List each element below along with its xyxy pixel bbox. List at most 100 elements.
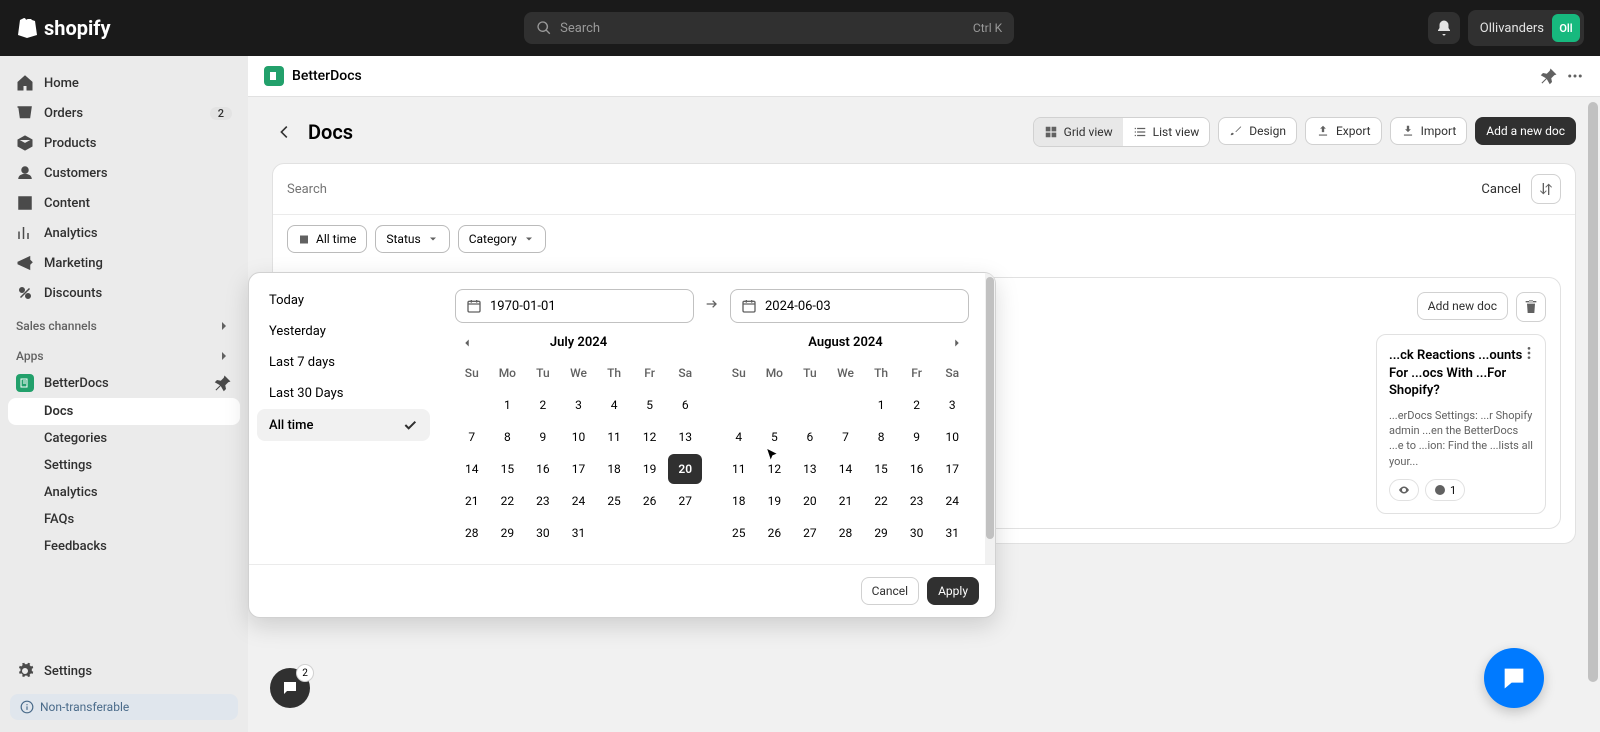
calendar-day[interactable]: 25	[597, 486, 631, 516]
calendar-day[interactable]: 14	[455, 454, 489, 484]
calendar-day[interactable]: 24	[935, 486, 969, 516]
calendar-day[interactable]: 10	[562, 422, 596, 452]
sidebar-item-orders[interactable]: Orders2	[8, 98, 240, 128]
calendar-day[interactable]: 15	[491, 454, 525, 484]
calendar-day[interactable]: 23	[900, 486, 934, 516]
calendar-day[interactable]: 21	[829, 486, 863, 516]
import-button[interactable]: Import	[1390, 117, 1468, 145]
next-month-button[interactable]	[945, 331, 969, 355]
calendar-day[interactable]: 28	[455, 518, 489, 548]
sidebar-app-betterdocs[interactable]: BetterDocs	[8, 368, 240, 398]
date-from-input[interactable]: 1970-01-01	[455, 289, 694, 323]
calendar-day[interactable]: 3	[562, 390, 596, 420]
calendar-day[interactable]: 1	[864, 390, 898, 420]
calendar-day[interactable]: 8	[864, 422, 898, 452]
export-button[interactable]: Export	[1305, 117, 1382, 145]
calendar-day[interactable]: 23	[526, 486, 560, 516]
sort-button[interactable]	[1531, 174, 1561, 204]
sidebar-sub-feedbacks[interactable]: Feedbacks	[8, 533, 240, 560]
calendar-day[interactable]: 16	[900, 454, 934, 484]
calendar-day[interactable]: 19	[758, 486, 792, 516]
calendar-day[interactable]: 4	[597, 390, 631, 420]
calendar-day[interactable]: 29	[864, 518, 898, 548]
sidebar-sub-docs[interactable]: Docs	[8, 398, 240, 425]
calendar-day[interactable]: 27	[668, 486, 702, 516]
calendar-day[interactable]: 5	[633, 390, 667, 420]
calendar-day[interactable]: 22	[491, 486, 525, 516]
picker-scrollbar[interactable]	[985, 273, 995, 564]
chat-fab[interactable]	[1484, 648, 1544, 708]
sidebar-item-analytics[interactable]: Analytics	[8, 218, 240, 248]
pin-icon[interactable]	[214, 374, 232, 392]
preset-last-30-days[interactable]: Last 30 Days	[257, 378, 430, 409]
calendar-day[interactable]: 15	[864, 454, 898, 484]
calendar-day[interactable]: 13	[793, 454, 827, 484]
calendar-day[interactable]: 17	[562, 454, 596, 484]
user-menu[interactable]: Ollivanders Oll	[1468, 10, 1584, 46]
notifications-button[interactable]	[1428, 12, 1460, 44]
calendar-day[interactable]: 18	[597, 454, 631, 484]
picker-cancel-button[interactable]: Cancel	[861, 577, 920, 605]
sidebar-sub-analytics[interactable]: Analytics	[8, 479, 240, 506]
calendar-day[interactable]: 12	[633, 422, 667, 452]
calendar-day[interactable]: 1	[491, 390, 525, 420]
calendar-day[interactable]: 2	[900, 390, 934, 420]
filter-all-time[interactable]: All time	[287, 225, 367, 253]
add-new-doc-button[interactable]: Add new doc	[1417, 292, 1508, 320]
calendar-day[interactable]: 7	[829, 422, 863, 452]
calendar-day[interactable]: 11	[597, 422, 631, 452]
filter-category[interactable]: Category	[458, 225, 546, 253]
grid-view-button[interactable]: Grid view	[1034, 118, 1123, 146]
doc-more-button[interactable]	[1521, 345, 1537, 365]
calendar-day[interactable]: 30	[900, 518, 934, 548]
calendar-day[interactable]: 2	[526, 390, 560, 420]
calendar-day[interactable]: 9	[900, 422, 934, 452]
calendar-day[interactable]: 4	[722, 422, 756, 452]
preset-last-7-days[interactable]: Last 7 days	[257, 347, 430, 378]
calendar-day[interactable]: 25	[722, 518, 756, 548]
back-button[interactable]	[272, 120, 296, 144]
calendar-day[interactable]: 20	[793, 486, 827, 516]
calendar-day[interactable]: 11	[722, 454, 756, 484]
sidebar-item-content[interactable]: Content	[8, 188, 240, 218]
non-transferable-tag[interactable]: Non-transferable	[10, 694, 238, 720]
sidebar-item-customers[interactable]: Customers	[8, 158, 240, 188]
calendar-day[interactable]: 14	[829, 454, 863, 484]
delete-category-button[interactable]	[1516, 292, 1546, 322]
scrollbar[interactable]	[1586, 100, 1600, 720]
preset-today[interactable]: Today	[257, 285, 430, 316]
calendar-day[interactable]: 26	[633, 486, 667, 516]
calendar-day[interactable]: 21	[455, 486, 489, 516]
sidebar-item-products[interactable]: Products	[8, 128, 240, 158]
pin-icon[interactable]	[1540, 67, 1558, 85]
calendar-day[interactable]: 17	[935, 454, 969, 484]
chat-button[interactable]: 2	[270, 668, 310, 708]
calendar-day[interactable]: 3	[935, 390, 969, 420]
cancel-search[interactable]: Cancel	[1481, 182, 1521, 197]
calendar-day[interactable]: 6	[668, 390, 702, 420]
calendar-day[interactable]: 26	[758, 518, 792, 548]
date-to-input[interactable]: 2024-06-03	[730, 289, 969, 323]
design-button[interactable]: Design	[1218, 117, 1297, 145]
calendar-day[interactable]: 12	[758, 454, 792, 484]
calendar-day[interactable]: 31	[562, 518, 596, 548]
calendar-day[interactable]: 10	[935, 422, 969, 452]
calendar-day[interactable]: 31	[935, 518, 969, 548]
calendar-day[interactable]: 27	[793, 518, 827, 548]
prev-month-button[interactable]	[455, 331, 479, 355]
more-icon[interactable]	[1566, 67, 1584, 85]
list-view-button[interactable]: List view	[1123, 118, 1210, 146]
calendar-day[interactable]: 22	[864, 486, 898, 516]
sidebar-sub-faqs[interactable]: FAQs	[8, 506, 240, 533]
sidebar-item-marketing[interactable]: Marketing	[8, 248, 240, 278]
calendar-day[interactable]: 29	[491, 518, 525, 548]
sidebar-item-discounts[interactable]: Discounts	[8, 278, 240, 308]
calendar-day[interactable]: 30	[526, 518, 560, 548]
calendar-day[interactable]: 5	[758, 422, 792, 452]
calendar-day[interactable]: 18	[722, 486, 756, 516]
picker-apply-button[interactable]: Apply	[927, 577, 979, 605]
filter-status[interactable]: Status	[375, 225, 449, 253]
sidebar-item-home[interactable]: Home	[8, 68, 240, 98]
calendar-day[interactable]: 13	[668, 422, 702, 452]
apps-section[interactable]: Apps	[8, 338, 240, 368]
